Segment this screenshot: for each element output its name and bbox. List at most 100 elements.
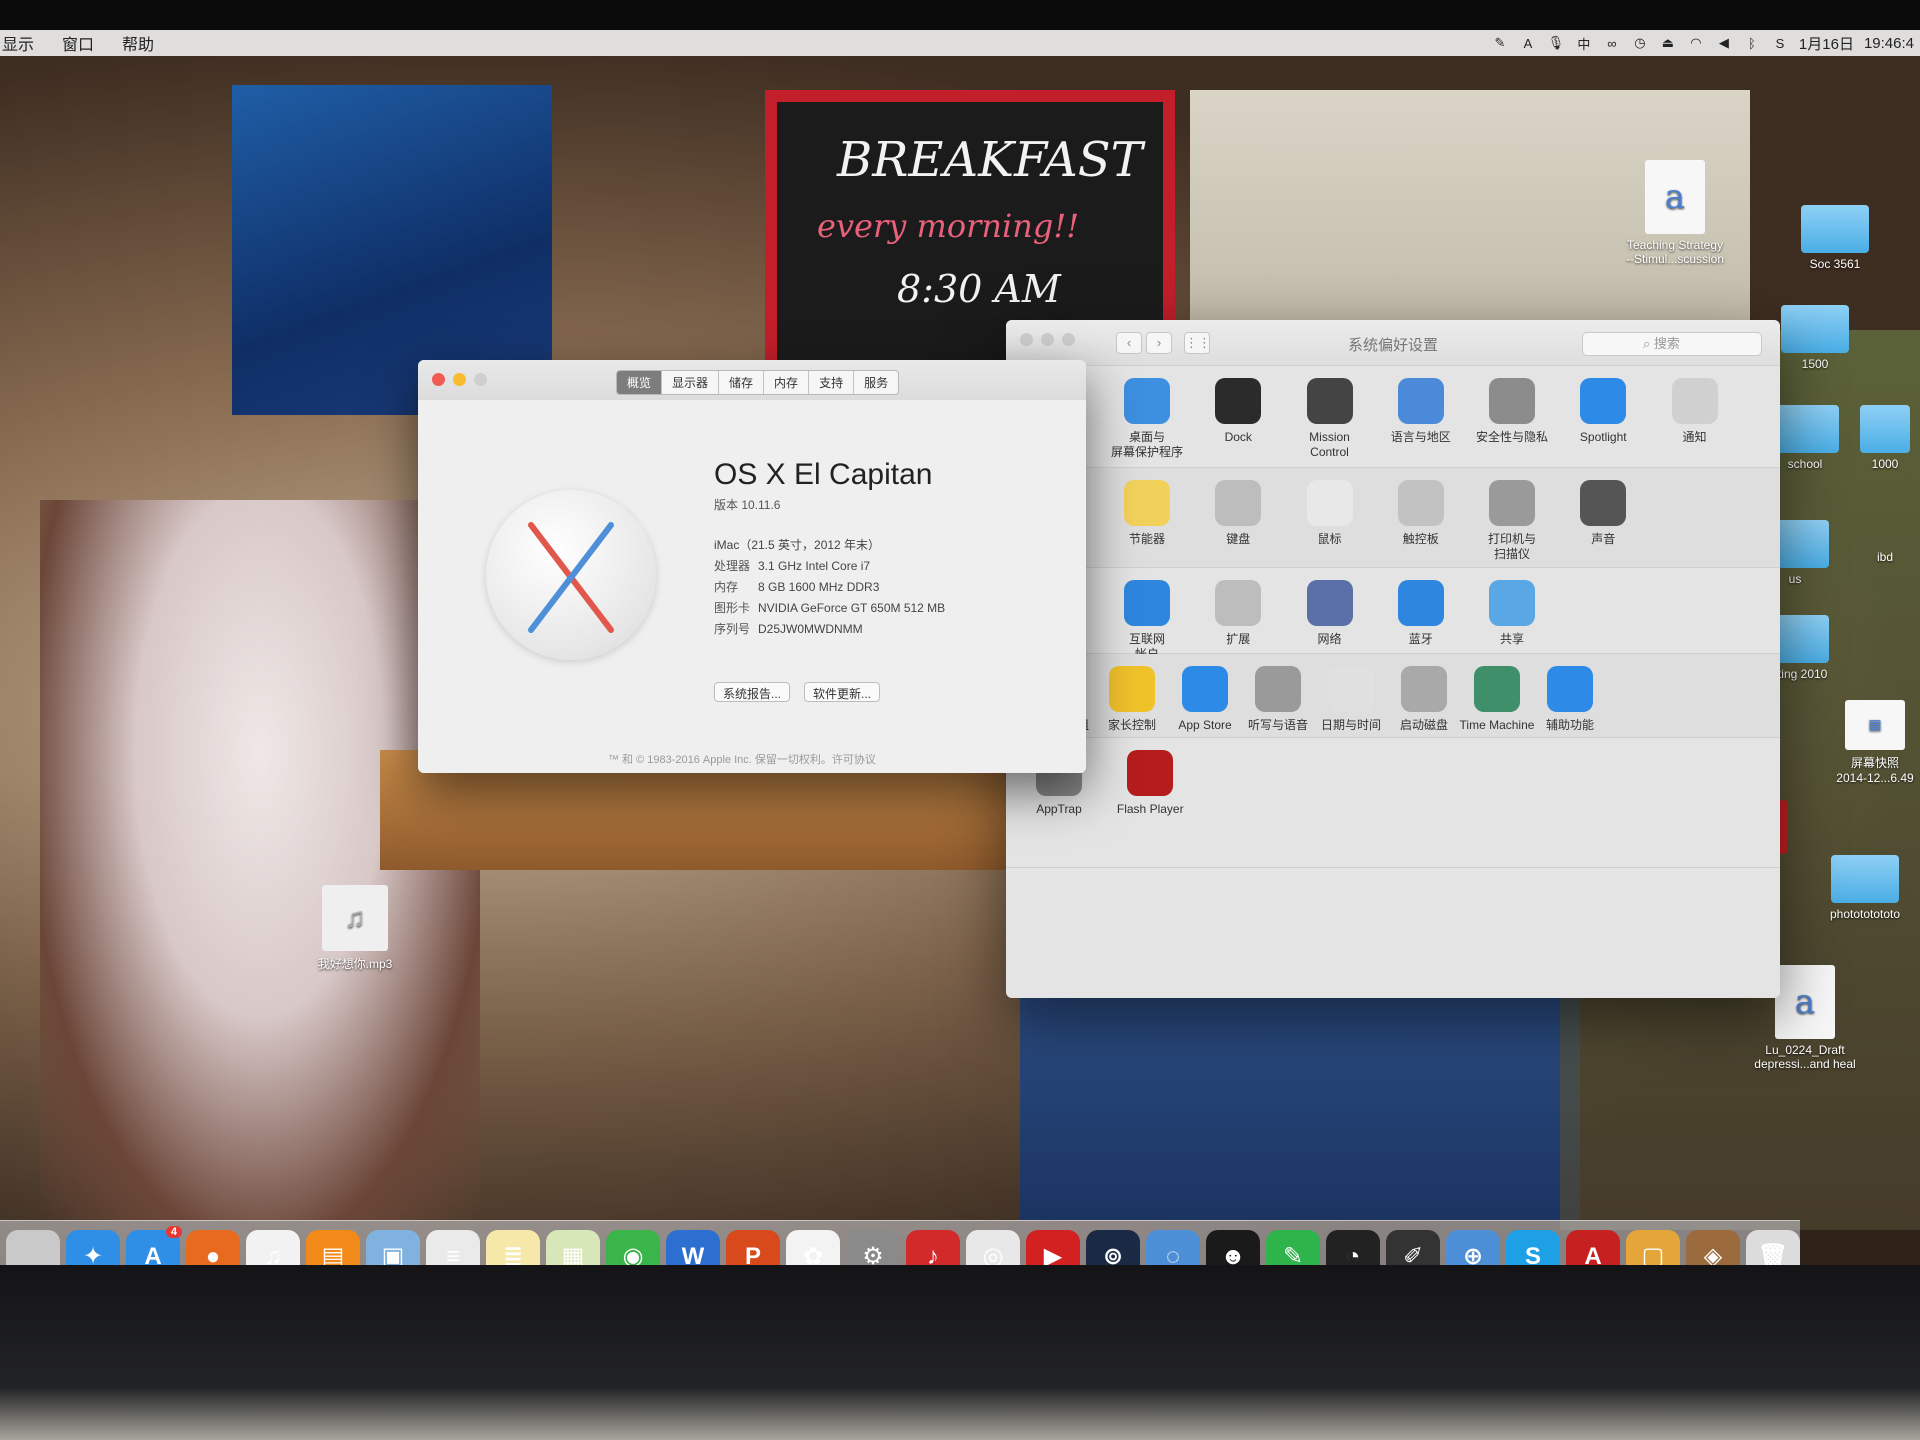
folder-icon: [1771, 405, 1839, 453]
dock-glyph: A: [1584, 1242, 1602, 1266]
prefs-search-input[interactable]: ⌕ 搜索: [1582, 332, 1762, 356]
pref-item[interactable]: 语言与地区: [1376, 378, 1466, 445]
tab-overview[interactable]: 概览: [617, 371, 663, 394]
desktop-folder-photo[interactable]: photototototo: [1810, 855, 1920, 921]
tab-displays[interactable]: 显示器: [662, 371, 720, 394]
script-icon[interactable]: ✐: [1386, 1229, 1440, 1265]
image-capture-icon[interactable]: ▦: [546, 1229, 600, 1265]
desktop-doc-teaching[interactable]: a Teaching Strategy --Stimul...scussion: [1600, 160, 1750, 266]
close-button[interactable]: [432, 373, 445, 386]
pref-item[interactable]: Spotlight: [1558, 378, 1648, 445]
minimize-button[interactable]: [453, 373, 466, 386]
facetime-icon[interactable]: ◉: [606, 1229, 660, 1265]
music-icon[interactable]: ♪: [906, 1229, 960, 1265]
pref-item[interactable]: 安全性与隐私: [1467, 378, 1557, 445]
pref-item[interactable]: 键盘: [1193, 480, 1283, 547]
notes-list-icon[interactable]: ≡: [426, 1229, 480, 1265]
pref-item[interactable]: 打印机与 扫描仪: [1467, 480, 1557, 562]
chrome-icon[interactable]: ◎: [966, 1229, 1020, 1265]
monitor-bezel: [0, 1265, 1920, 1440]
player-icon[interactable]: ▶: [1026, 1229, 1080, 1265]
mic-icon[interactable]: 🎙: [1547, 35, 1565, 51]
qq-icon[interactable]: ☻: [1206, 1229, 1260, 1265]
trash-icon[interactable]: 🗑: [1746, 1229, 1800, 1265]
firefox-icon[interactable]: ●: [186, 1229, 240, 1265]
evernote-icon[interactable]: ✎: [1266, 1229, 1320, 1265]
disk-icon: [1401, 666, 1447, 712]
pref-item[interactable]: Dock: [1193, 378, 1283, 445]
chalkboard-text-1: BREAKFAST: [837, 132, 1143, 188]
system-preferences-icon[interactable]: ⚙: [846, 1229, 900, 1265]
pref-item[interactable]: 辅助功能: [1525, 666, 1615, 733]
wifi-icon[interactable]: ◠: [1687, 35, 1705, 51]
pref-item[interactable]: 通知: [1650, 378, 1740, 445]
system-report-button[interactable]: 系统报告...: [714, 682, 791, 702]
software-update-button[interactable]: 软件更新...: [804, 682, 881, 702]
screen-icon[interactable]: ◌: [1146, 1229, 1200, 1265]
volume-icon[interactable]: ◀: [1715, 35, 1733, 51]
word-icon[interactable]: W: [666, 1229, 720, 1265]
menu-display[interactable]: 显示: [2, 31, 34, 55]
menubar-date[interactable]: 1月16日: [1799, 33, 1854, 54]
pref-item[interactable]: 鼠标: [1285, 480, 1375, 547]
menubar-time[interactable]: 19:46:4: [1864, 35, 1914, 52]
pref-item[interactable]: 声音: [1558, 480, 1648, 547]
wallpaper-people: [1020, 960, 1580, 1220]
input-cn-icon[interactable]: 中: [1575, 35, 1593, 52]
finder-icon[interactable]: [6, 1229, 60, 1265]
desktop-icon-label: ibd: [1876, 550, 1893, 564]
dock-glyph: ⊚: [1102, 1243, 1124, 1265]
preview-icon[interactable]: ▣: [366, 1229, 420, 1265]
pref-item[interactable]: 触控板: [1376, 480, 1466, 547]
pref-item[interactable]: 共享: [1467, 580, 1557, 647]
skype-icon[interactable]: S: [1771, 35, 1789, 51]
about-titlebar[interactable]: 概览 显示器 储存 内存 支持 服务: [418, 360, 1086, 400]
desktop-folder-ibd[interactable]: ibd: [1855, 550, 1915, 564]
tab-support[interactable]: 支持: [809, 371, 855, 394]
tab-storage[interactable]: 储存: [719, 371, 765, 394]
desktop-folder-1500[interactable]: 1500: [1770, 305, 1860, 371]
evernote-icon[interactable]: ✎: [1491, 35, 1509, 51]
pref-item[interactable]: 互联网 帐户: [1102, 580, 1192, 662]
app-store-icon[interactable]: A4: [126, 1225, 182, 1265]
menu-window[interactable]: 窗口: [62, 31, 94, 55]
package-icon[interactable]: ▢: [1626, 1229, 1680, 1265]
eject-icon[interactable]: ⏏: [1659, 35, 1677, 51]
ibooks-icon[interactable]: ▤: [306, 1229, 360, 1265]
os-name: OS X El Capitan: [714, 458, 933, 491]
bluetooth-icon[interactable]: ᛒ: [1743, 35, 1761, 51]
pref-item[interactable]: Flash Player: [1105, 750, 1195, 817]
acrobat-icon[interactable]: A: [1566, 1229, 1620, 1266]
pref-item[interactable]: 网络: [1285, 580, 1375, 647]
tab-service[interactable]: 服务: [854, 371, 898, 394]
pref-item-label: 扩展: [1226, 632, 1251, 646]
safari-icon[interactable]: ✦: [66, 1229, 120, 1265]
desktop-folder-soc3561[interactable]: Soc 3561: [1790, 205, 1880, 271]
zoom-button[interactable]: [474, 373, 487, 386]
notes-icon[interactable]: ≣: [486, 1229, 540, 1265]
network-utility-icon[interactable]: ⊕: [1446, 1229, 1500, 1265]
desktop-screenshot[interactable]: ▦ 屏幕快照 2014-12...6.49: [1830, 700, 1920, 785]
photos-icon[interactable]: ✿: [786, 1229, 840, 1265]
menu-help[interactable]: 帮助: [122, 31, 154, 55]
itunes-icon[interactable]: ♫: [246, 1229, 300, 1265]
time-machine-icon[interactable]: ◷: [1631, 35, 1649, 51]
input-method-icon[interactable]: A: [1519, 35, 1537, 51]
obs-icon[interactable]: ◔: [1326, 1229, 1380, 1265]
steam-icon[interactable]: ⊚: [1086, 1229, 1140, 1265]
powerpoint-icon[interactable]: P: [726, 1229, 780, 1265]
creative-cloud-icon[interactable]: ∞: [1603, 35, 1621, 51]
pref-item[interactable]: 蓝牙: [1376, 580, 1466, 647]
prefs-titlebar[interactable]: ‹ › ⋮⋮ 系统偏好设置 ⌕ 搜索: [1006, 320, 1780, 366]
spec-key: 内存: [714, 580, 739, 594]
desktop-mp3-file[interactable]: ♫ 我好想你.mp3: [300, 885, 410, 972]
dock-glyph: ▦: [561, 1243, 585, 1265]
pref-item[interactable]: 桌面与 屏幕保护程序: [1102, 378, 1192, 460]
utility-icon[interactable]: ◈: [1686, 1229, 1740, 1265]
tab-memory[interactable]: 内存: [764, 371, 810, 394]
pref-item[interactable]: Mission Control: [1285, 378, 1375, 460]
pref-item[interactable]: 扩展: [1193, 580, 1283, 647]
skype-icon[interactable]: S: [1506, 1229, 1560, 1265]
pref-item[interactable]: 节能器: [1102, 480, 1192, 547]
desktop-folder-1000[interactable]: 1000: [1850, 405, 1920, 471]
